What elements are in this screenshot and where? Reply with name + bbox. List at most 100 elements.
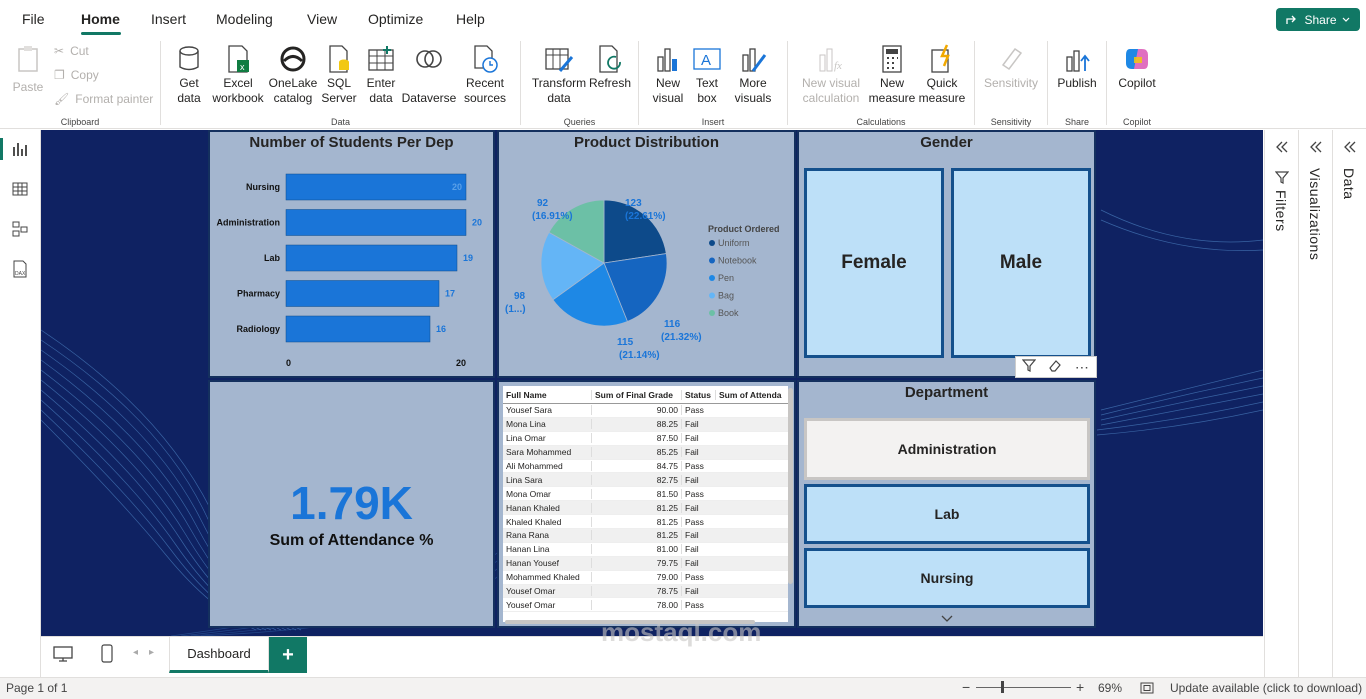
more-options-icon[interactable]: ⋯ — [1075, 359, 1090, 376]
get-data-button[interactable]: Get data — [169, 42, 209, 106]
chevron-down-icon[interactable] — [941, 610, 953, 628]
bar-lab[interactable] — [285, 244, 458, 272]
table-row[interactable]: Yousef Omar 78.00 Pass — [503, 598, 788, 613]
column-header-full-name[interactable]: Full Name — [503, 390, 591, 400]
column-header-status[interactable]: Status — [681, 389, 715, 400]
format-painter-button[interactable]: 🖌 Format painter — [54, 92, 153, 106]
department-slicer[interactable]: Department Administration Lab Nursing — [797, 380, 1096, 628]
collapse-icon[interactable] — [1309, 140, 1323, 158]
table-row[interactable]: Yousef Omar 78.75 Fail — [503, 584, 788, 599]
zoom-slider-thumb[interactable] — [1001, 681, 1004, 693]
bar-chart-visual[interactable]: Number of Students Per Dep Nursing 20 Admi… — [208, 130, 495, 378]
table-row[interactable]: Ali Mohammed 84.75 Pass — [503, 460, 788, 474]
report-view-icon[interactable] — [10, 139, 30, 159]
text-box-button[interactable]: A Text box — [687, 42, 727, 106]
sensitivity-button[interactable]: Sensitivity — [981, 42, 1041, 91]
new-visual-calculation-button[interactable]: fx New visual calculation — [794, 42, 868, 106]
publish-button[interactable]: Publish — [1054, 42, 1100, 91]
table-view-icon[interactable] — [10, 179, 30, 199]
zoom-out-button[interactable]: − — [962, 679, 970, 695]
legend-item-pen[interactable]: Pen — [718, 273, 734, 283]
table-row[interactable]: Mona Omar 81.50 Pass — [503, 487, 788, 502]
data-pane[interactable]: Data — [1332, 130, 1366, 677]
gender-option-male[interactable]: Male — [951, 168, 1091, 358]
recent-sources-button[interactable]: Recent sources — [457, 42, 513, 106]
enter-data-button[interactable]: Enter data — [359, 42, 403, 106]
filter-icon[interactable] — [1021, 358, 1037, 377]
collapse-icon[interactable] — [1275, 140, 1289, 158]
table-row[interactable]: Lina Omar 87.50 Fail — [503, 432, 788, 446]
mobile-layout-icon[interactable] — [101, 644, 113, 669]
collapse-icon[interactable] — [1343, 140, 1357, 158]
update-available-link[interactable]: Update available (click to download) — [1170, 681, 1362, 695]
eraser-icon[interactable] — [1048, 358, 1062, 377]
table-row[interactable]: Hanan Yousef 79.75 Fail — [503, 556, 788, 571]
visualizations-pane[interactable]: Visualizations — [1298, 130, 1332, 677]
table-row[interactable]: Lina Sara 82.75 Fail — [503, 473, 788, 488]
refresh-button[interactable]: Refresh — [587, 42, 633, 91]
cut-button[interactable]: ✂ Cut — [54, 44, 89, 58]
students-table-visual[interactable]: Full Name Sum of Final Grade Status Sum … — [497, 380, 796, 628]
gender-slicer[interactable]: Gender Female Male — [797, 130, 1096, 378]
legend-item-uniform[interactable]: Uniform — [718, 238, 750, 248]
column-header-attendance[interactable]: Sum of Attenda — [715, 389, 788, 400]
excel-workbook-button[interactable]: x Excel workbook — [209, 42, 267, 106]
new-visual-button[interactable]: New visual — [647, 42, 689, 106]
column-header-final-grade[interactable]: Sum of Final Grade — [591, 389, 681, 400]
report-canvas[interactable]: Number of Students Per Dep Nursing 20 Admi… — [41, 130, 1263, 636]
more-visuals-button[interactable]: More visuals — [729, 42, 777, 106]
sql-server-button[interactable]: SQL Server — [319, 42, 359, 106]
model-view-icon[interactable] — [10, 219, 30, 239]
table-vertical-scrollbar[interactable] — [788, 388, 793, 584]
table-row[interactable]: Hanan Lina 81.00 Fail — [503, 543, 788, 557]
tab-optimize[interactable]: Optimize — [368, 11, 423, 27]
tab-insert[interactable]: Insert — [151, 11, 186, 27]
department-option-lab[interactable]: Lab — [804, 484, 1090, 544]
bar-administration[interactable] — [285, 209, 467, 236]
add-page-button[interactable]: + — [269, 637, 307, 673]
table-row[interactable]: Rana Rana 81.25 Fail — [503, 529, 788, 543]
table-cell: Pass — [681, 516, 715, 527]
department-option-nursing[interactable]: Nursing — [804, 548, 1090, 608]
bar-pharmacy[interactable] — [285, 280, 440, 307]
bar-radiology[interactable] — [285, 315, 431, 343]
table-row[interactable]: Mohammed Khaled 79.00 Pass — [503, 571, 788, 585]
table-row[interactable]: Yousef Sara 90.00 Pass — [503, 404, 788, 418]
tab-home[interactable]: Home — [81, 11, 120, 27]
legend-item-bag[interactable]: Bag — [718, 291, 734, 301]
paste-button[interactable]: Paste — [10, 42, 46, 95]
new-measure-button[interactable]: New measure — [868, 42, 916, 106]
tab-modeling[interactable]: Modeling — [216, 11, 273, 27]
attendance-card[interactable]: 1.79K Sum of Attendance % — [208, 380, 495, 628]
table-row[interactable]: Mona Lina 88.25 Fail — [503, 417, 788, 432]
copilot-button[interactable]: Copilot — [1113, 42, 1161, 91]
next-page-icon[interactable]: ▸ — [149, 647, 154, 658]
legend-item-notebook[interactable]: Notebook — [718, 256, 757, 266]
filters-pane[interactable]: Filters — [1264, 130, 1298, 677]
quick-measure-button[interactable]: Quick measure — [916, 42, 968, 106]
copy-button[interactable]: ❐ Copy — [54, 68, 99, 82]
share-button[interactable]: Share — [1276, 8, 1360, 31]
desktop-layout-icon[interactable] — [53, 645, 73, 668]
page-tab-dashboard[interactable]: Dashboard — [169, 637, 269, 673]
gender-option-female[interactable]: Female — [804, 168, 944, 358]
department-option-administration[interactable]: Administration — [804, 418, 1090, 480]
dax-query-view-icon[interactable]: DAX — [10, 259, 30, 279]
table-row[interactable]: Sara Mohammed 85.25 Fail — [503, 445, 788, 460]
previous-page-icon[interactable]: ◂ — [133, 647, 138, 658]
table-row[interactable]: Hanan Khaled 81.25 Fail — [503, 501, 788, 516]
tab-view[interactable]: View — [307, 11, 337, 27]
fit-to-page-icon[interactable] — [1140, 682, 1154, 697]
tab-file[interactable]: File — [22, 11, 45, 27]
onelake-catalog-button[interactable]: OneLake catalog — [267, 42, 319, 106]
dataverse-button[interactable]: Dataverse — [401, 42, 457, 106]
zoom-slider[interactable] — [976, 687, 1071, 688]
zoom-in-button[interactable]: + — [1076, 679, 1084, 695]
tab-help[interactable]: Help — [456, 11, 485, 27]
bar-nursing[interactable] — [285, 173, 467, 201]
legend-item-book[interactable]: Book — [718, 308, 739, 318]
table-row[interactable]: Khaled Khaled 81.25 Pass — [503, 515, 788, 530]
pie-chart-visual[interactable]: Product Distribution 123 (22.61%) 92 (16… — [497, 130, 796, 378]
pie-slice-uniform[interactable] — [603, 199, 667, 264]
transform-data-button[interactable]: Transform data — [529, 42, 589, 106]
